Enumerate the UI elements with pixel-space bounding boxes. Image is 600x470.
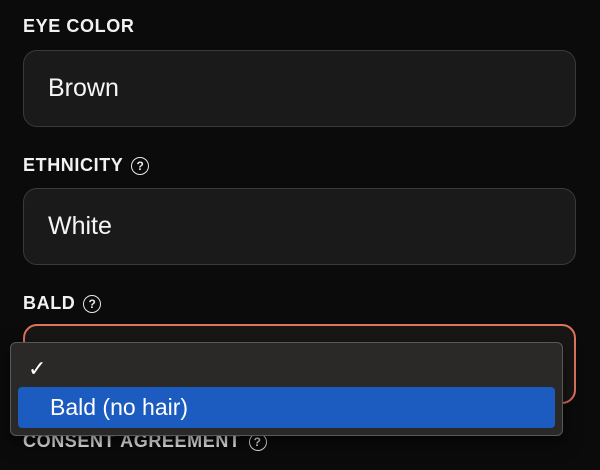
eye-color-field[interactable]: Brown — [23, 50, 576, 127]
bald-label: BALD ? — [23, 293, 102, 314]
help-circle-icon[interactable]: ? — [83, 294, 102, 313]
ethnicity-field[interactable]: White — [23, 188, 576, 265]
ethnicity-value: White — [48, 212, 112, 240]
dropdown-option-blank[interactable]: ✓ — [18, 351, 555, 387]
dropdown-option-bald-no-hair[interactable]: Bald (no hair) — [18, 387, 555, 428]
ethnicity-label: ETHNICITY ? — [23, 155, 150, 176]
eye-color-value: Brown — [48, 74, 119, 102]
eye-color-label: EYE COLOR — [23, 16, 135, 36]
checkmark-icon: ✓ — [28, 356, 47, 381]
bald-dropdown-menu: ✓ Bald (no hair) — [10, 342, 563, 436]
help-circle-icon[interactable]: ? — [131, 156, 150, 175]
